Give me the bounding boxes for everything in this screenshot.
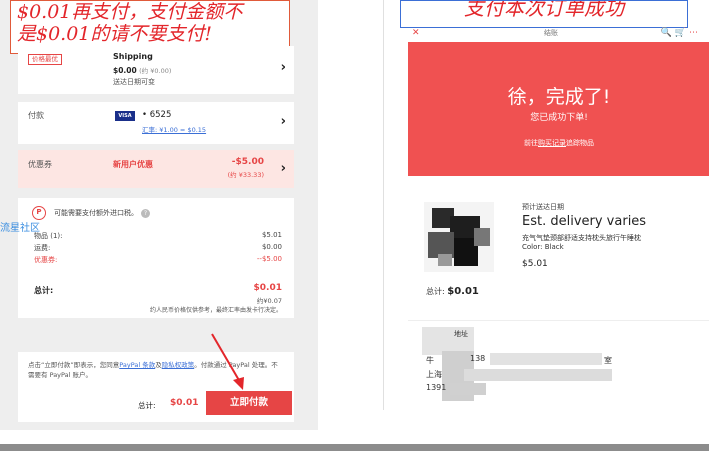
shipping-price: $0.00 (约 ¥0.00) [113,66,172,75]
tax-note: 可能需要支付额外进口税。? [54,208,150,218]
order-total: 总计: $0.01 [426,286,479,297]
coupon-label: 优惠券 [28,160,52,169]
agreement-text: 点击“立即付款”即表示，您同意PayPal 条款及隐私权政策。付款通过 PayP… [28,361,278,379]
success-subtitle: 您已成功下单! [530,113,588,123]
address-line: 室 [604,356,612,365]
bottom-bar [0,444,709,451]
import-tax-icon: P [32,206,46,220]
annotation-line: 是$0.01的请不要支付! [17,23,213,45]
visa-card-icon: VISA [115,111,135,121]
shipping-option[interactable]: 价格最优 Shipping $0.00 (约 ¥0.00) 送达日期可变 › [18,46,294,94]
nav-icons[interactable]: 🔍 🛒 ⋯ [661,28,698,38]
privacy-policy-link[interactable]: 隐私权政策 [162,361,195,369]
success-title: 徐，完成了! [507,86,611,108]
product-color: Color: Black [522,243,564,251]
nav-title: 结账 [544,29,558,37]
success-annotation: 支付本次订单成功 [400,0,688,28]
footer-total-value: $0.01 [170,398,199,408]
exchange-note: 约人民币价格仅供参考，最终汇率由发卡行决定。 [149,307,282,314]
product-name: 充气气垫颈部舒适支持枕头旅行午睡枕 [522,234,641,242]
coupon-row[interactable]: 优惠券 新用户优惠 -$5.00 (约 ¥33.33) › [18,150,294,188]
eta-value: Est. delivery varies [522,214,647,229]
screenshot: $0.01再支付，支付金额不 是$0.01的请不要支付! 价格最优 Shippi… [0,0,709,451]
success-banner: 徐，完成了! 您已成功下单! 前往购买记录追踪物品 [408,42,709,176]
card-number: • 6525 [142,110,172,120]
order-success-screen: 支付本次订单成功 ✕ 结账 🔍 🛒 ⋯ 徐，完成了! 您已成功下单! 前往购买记… [383,0,709,410]
shipping-eta: 送达日期可变 [113,78,155,86]
help-icon[interactable]: ? [141,209,150,218]
purchase-history-link[interactable]: 购买记录 [538,139,566,147]
watermark: 流星社区 [0,223,40,234]
top-nav: ✕ 结账 🔍 🛒 ⋯ [408,28,708,42]
payment-label: 付款 [28,111,44,120]
order-item[interactable]: 预计送达日期 Est. delivery varies 充气气垫颈部舒适支持枕头… [408,186,709,310]
shipping-address: 地址 牛 138 室 上海 1391 [408,320,709,408]
summary-items: 物品 (1): $5.01 [34,231,282,240]
summary-shipping: 运费: $0.00 [34,243,282,252]
close-icon[interactable]: ✕ [412,28,420,38]
coupon-amount: -$5.00 [231,157,264,167]
summary-coupon: 优惠券: --$5.00 [34,255,282,264]
purchase-history-prompt: 前往购买记录追踪物品 [524,139,594,147]
address-line: 1391 [426,383,447,392]
shipping-title: Shipping [113,52,153,61]
pay-now-button[interactable]: 立即付款 [206,391,292,415]
annotation-line: $0.01再支付，支付金额不 [17,1,243,23]
order-summary: P 可能需要支付额外进口税。? 物品 (1): $5.01 运费: $0.00 优惠… [18,198,294,318]
summary-total-cny: 约¥0.07 [256,297,282,305]
address-line: 牛 [426,356,434,365]
chevron-right-icon: › [280,114,286,129]
summary-total-label: 总计: [34,286,54,295]
coupon-name: 新用户优惠 [113,160,153,169]
summary-total-value: $0.01 [253,283,282,293]
best-price-tag: 价格最优 [28,54,62,65]
address-line: 上海 [426,370,442,379]
checkout-footer: 点击“立即付款”即表示，您同意PayPal 条款及隐私权政策。付款通过 PayP… [18,352,294,422]
exchange-rate-link[interactable]: 汇率: ¥1.00 = $0.15 [142,124,206,134]
address-line: 138 [470,354,486,363]
eta-label: 预计送达日期 [522,203,564,211]
coupon-amount-cny: (约 ¥33.33) [227,171,264,179]
paypal-terms-link[interactable]: PayPal 条款 [119,361,155,369]
product-thumbnail [424,202,494,272]
footer-total-label: 总计: [138,401,156,410]
product-price: $5.01 [522,259,548,269]
payment-method[interactable]: 付款 VISA • 6525 汇率: ¥1.00 = $0.15 › [18,102,294,144]
checkout-screen: $0.01再支付，支付金额不 是$0.01的请不要支付! 价格最优 Shippi… [0,0,318,430]
address-label: 地址 [454,330,468,338]
chevron-right-icon: › [280,161,286,176]
chevron-right-icon: › [280,60,286,75]
